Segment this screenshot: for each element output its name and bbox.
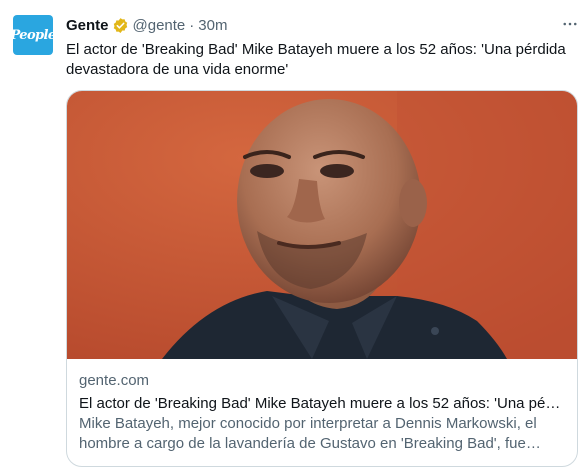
more-options-icon[interactable] — [560, 14, 580, 34]
tweet[interactable]: People Gente @gente · 30m El actor de 'B… — [0, 0, 588, 472]
link-card[interactable]: gente.com El actor de 'Breaking Bad' Mik… — [66, 90, 578, 467]
tweet-timestamp[interactable]: 30m — [198, 17, 227, 34]
card-domain: gente.com — [79, 372, 150, 389]
card-title: El actor de 'Breaking Bad' Mike Batayeh … — [79, 395, 565, 412]
avatar-logo-text: People — [10, 27, 56, 43]
author-display-name[interactable]: Gente — [66, 17, 109, 34]
card-description: Mike Batayeh, mejor conocido por interpr… — [79, 415, 537, 452]
card-image[interactable] — [67, 91, 577, 359]
portrait-photo — [67, 91, 577, 359]
author-handle[interactable]: @gente — [133, 17, 186, 34]
tweet-text: El actor de 'Breaking Bad' Mike Batayeh … — [66, 41, 566, 78]
avatar[interactable]: People — [10, 15, 56, 55]
card-body[interactable]: gente.com El actor de 'Breaking Bad' Mik… — [79, 371, 565, 454]
verified-badge-icon[interactable] — [112, 17, 129, 34]
header-separator: · — [189, 16, 195, 34]
tweet-header: Gente @gente · 30m — [66, 15, 227, 35]
